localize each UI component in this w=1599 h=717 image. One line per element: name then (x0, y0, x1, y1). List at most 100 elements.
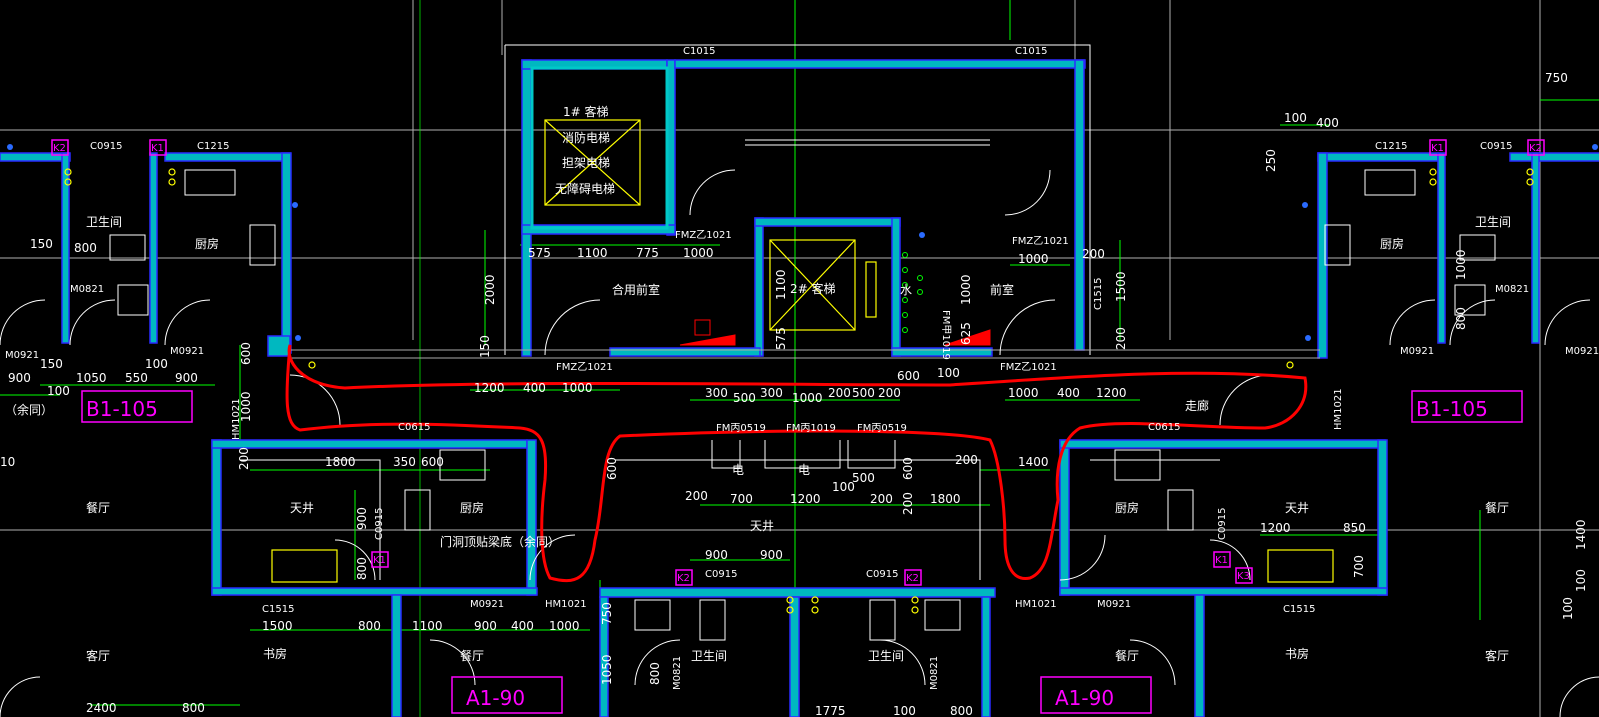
dimension-text: 400 (1057, 386, 1080, 400)
dimension-text: 1000 (1008, 386, 1039, 400)
dimension-text-vertical: 700 (1352, 555, 1366, 578)
room-label: 1# 客梯 (563, 104, 609, 119)
window-label: C0615 (398, 422, 430, 433)
dimension-text-vertical: 1000 (959, 274, 973, 305)
room-label: 厨房 (195, 236, 219, 251)
dimension-text: 1050 (76, 371, 107, 385)
door-label-vertical: HM1021 (1333, 388, 1344, 430)
window-label: C1215 (1375, 141, 1407, 152)
door-label: FM丙0519 (857, 423, 907, 434)
dimension-text: 200 (1082, 247, 1105, 261)
dimension-text-vertical: 200 (901, 492, 915, 515)
dimension-text: 100 (937, 366, 960, 380)
room-label: 天井 (290, 501, 314, 515)
dimension-text-vertical: 1050 (600, 654, 614, 685)
dimension-text: 1000 (1018, 252, 1049, 266)
window-label: C0915 (705, 569, 737, 580)
window-tag: K3 (1237, 571, 1250, 582)
dimension-text: 550 (125, 371, 148, 385)
door-label: FM丙1019 (786, 423, 836, 434)
dimension-text: 1100 (412, 619, 443, 633)
door-label: FM丙0519 (716, 423, 766, 434)
dimension-text-vertical: 575 (774, 327, 788, 350)
dimension-text: 500 (852, 471, 875, 485)
dimension-text: 400 (1316, 116, 1339, 130)
room-label: 卫生间 (1475, 215, 1511, 229)
dimension-text: 1775 (815, 704, 846, 717)
dimension-text: 1000 (562, 381, 593, 395)
door-label: M0821 (1495, 284, 1529, 295)
door-label: FMZ乙1021 (1000, 361, 1057, 373)
door-label-vertical: C0915 (374, 508, 385, 540)
door-label: M0921 (5, 350, 39, 361)
window-tag: K2 (53, 143, 66, 154)
window-tag: K2 (906, 573, 919, 584)
door-label: M0921 (1565, 346, 1599, 357)
dimension-text: 800 (358, 619, 381, 633)
room-label: 餐厅 (86, 500, 110, 515)
room-label: 餐厅 (1485, 500, 1509, 515)
dimension-text: 775 (636, 246, 659, 260)
dimension-text-vertical: 250 (1264, 149, 1278, 172)
room-label: 书房 (1285, 646, 1309, 661)
floor-plan-drawing[interactable]: C1015 C1015 C0915 C1215 C1215 C0915 C061… (0, 0, 1599, 717)
dimension-text: 150 (40, 357, 63, 371)
window-label: C1015 (1015, 46, 1047, 57)
dimension-text: 200 (685, 489, 708, 503)
door-label-vertical: M0821 (672, 656, 683, 690)
window-tag: K2 (677, 573, 690, 584)
room-label: （余同） (5, 402, 53, 417)
room-label: 电 (798, 463, 810, 477)
door-label-vertical: FM甲1019 (940, 310, 951, 360)
dimension-text: 200 (828, 386, 851, 400)
window-label: C1515 (1283, 604, 1315, 615)
dimension-text: 150 (30, 237, 53, 251)
window-label: C1515 (262, 604, 294, 615)
dimension-text: 900 (705, 548, 728, 562)
dimension-text-vertical: 800 (648, 662, 662, 685)
dimension-text: 600 (897, 369, 920, 383)
room-label: 餐厅 (460, 648, 484, 663)
dimension-text: 100 (47, 384, 70, 398)
door-label-vertical: C0915 (1217, 508, 1228, 540)
dimension-text: 2400 (86, 701, 117, 715)
unit-tag: A1-90 (1055, 686, 1114, 710)
blue-points (7, 144, 1598, 341)
dimension-text: 100 (1284, 111, 1307, 125)
room-label: 门洞顶贴梁底（余同） (440, 534, 560, 549)
dimension-text-vertical: 200 (1114, 327, 1128, 350)
dimension-text: 750 (1545, 71, 1568, 85)
room-label: 卫生间 (86, 215, 122, 229)
door-label-vertical: M0821 (929, 656, 940, 690)
door-label: FMZ乙1021 (675, 229, 732, 241)
unit-tag: A1-90 (466, 686, 525, 710)
door-label: M0921 (1400, 346, 1434, 357)
dimension-text: 600 (421, 455, 444, 469)
dimension-text: 800 (74, 241, 97, 255)
dimension-text: 1200 (1096, 386, 1127, 400)
dimension-text-vertical: 100 (1574, 569, 1588, 592)
room-label: 无障碍电梯 (555, 181, 615, 196)
dimension-text-vertical: 625 (959, 322, 973, 345)
dimension-text: 400 (523, 381, 546, 395)
outline (240, 44, 1320, 580)
window-label: C1015 (683, 46, 715, 57)
dimension-text: 300 (705, 386, 728, 400)
dimension-text-vertical: 2000 (483, 274, 497, 305)
dimension-text: 500 (852, 386, 875, 400)
dimension-text: 1000 (683, 246, 714, 260)
dimension-text: 800 (950, 704, 973, 717)
dimension-text-vertical: 200 (237, 447, 251, 470)
room-label: 书房 (263, 646, 287, 661)
dimension-text: 1000 (792, 391, 823, 405)
dimension-text: 1200 (1260, 521, 1291, 535)
dimension-text-vertical: 150 (478, 335, 492, 358)
window-tag: K1 (1431, 143, 1444, 154)
dimension-text-vertical: 1500 (1114, 271, 1128, 302)
unit-tag: B1-105 (86, 397, 158, 421)
dimension-text: 575 (528, 246, 551, 260)
room-label: 2# 客梯 (790, 281, 836, 296)
room-label: 合用前室 (612, 282, 660, 297)
dimension-text: 200 (878, 386, 901, 400)
room-label: 卫生间 (691, 649, 727, 663)
